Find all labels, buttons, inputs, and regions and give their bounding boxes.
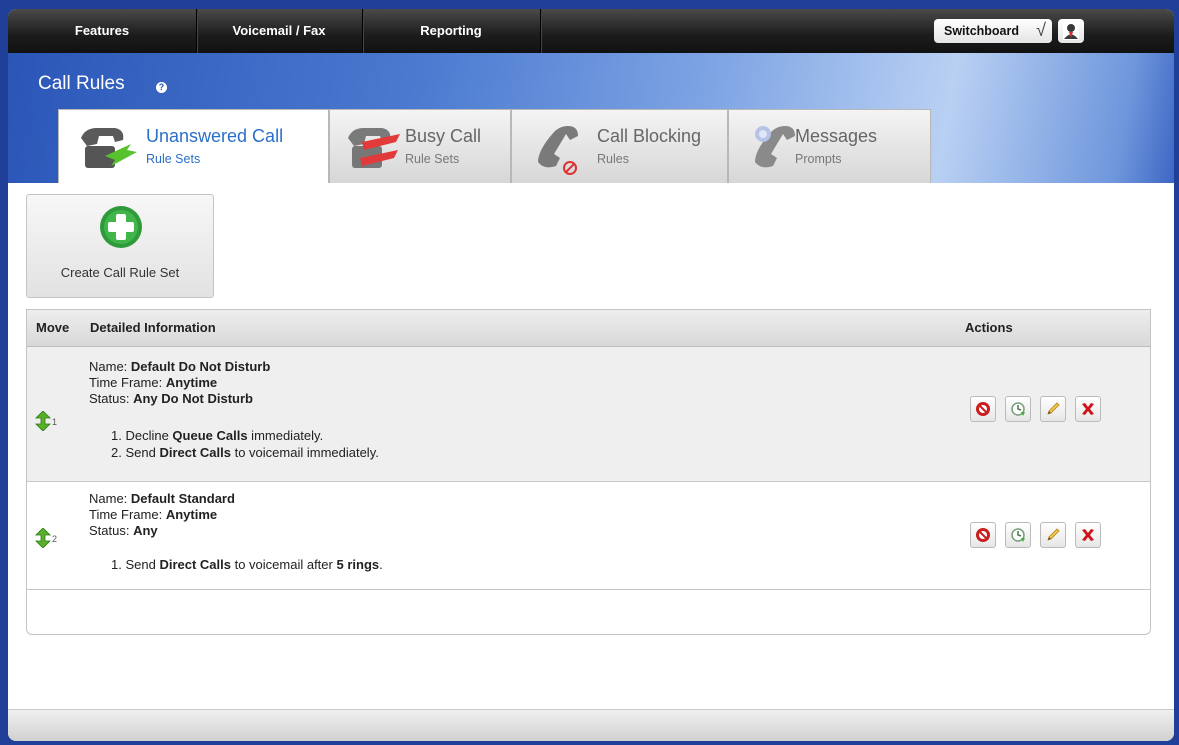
table-row: 1 Name: Default Do Not Disturb Time Fram…: [27, 347, 1150, 482]
tab-unanswered-call[interactable]: Unanswered Call Rule Sets: [58, 109, 329, 187]
tab-messages[interactable]: Messages Prompts: [728, 109, 931, 185]
row-order: 1: [52, 417, 58, 427]
page-title: Call Rules: [38, 73, 125, 94]
header-actions: Actions: [965, 320, 1013, 335]
move-handle[interactable]: 1: [35, 410, 65, 433]
create-call-rule-set-button[interactable]: Create Call Rule Set: [26, 194, 214, 298]
create-call-rule-set-label: Create Call Rule Set: [60, 265, 180, 280]
move-arrows-icon: [35, 527, 51, 549]
nav-features[interactable]: Features: [8, 9, 197, 53]
nav-reporting-label: Reporting: [420, 23, 482, 38]
block-icon: [976, 528, 990, 542]
footer-bar: [8, 709, 1174, 741]
rule-steps: 1. Send Direct Calls to voicemail after …: [111, 556, 383, 573]
row-order: 2: [52, 534, 58, 544]
schedule-button[interactable]: [1005, 396, 1031, 422]
tab-call-blocking[interactable]: Call Blocking Rules: [511, 109, 728, 185]
switchboard-label: Switchboard: [944, 24, 1020, 38]
edit-button[interactable]: [1040, 396, 1066, 422]
rule-time-frame: Time Frame: Anytime: [89, 507, 218, 522]
rule-sets-table: Move Detailed Information Actions 1 Name…: [26, 309, 1151, 635]
rule-details: Name: Default Standard Time Frame: Anyti…: [89, 491, 235, 539]
nav-features-label: Features: [74, 23, 130, 38]
add-plus-icon: [100, 206, 142, 248]
rule-name: Name: Default Standard: [89, 491, 235, 506]
table-row: 2 Name: Default Standard Time Frame: Any…: [27, 482, 1150, 590]
user-profile-button[interactable]: [1058, 19, 1084, 43]
delete-x-icon: [1082, 403, 1094, 415]
pencil-icon: [1047, 402, 1060, 415]
checkmark-icon: √: [1036, 20, 1046, 40]
move-arrows-icon: [35, 410, 51, 432]
nav-voicemail-fax[interactable]: Voicemail / Fax: [196, 9, 363, 53]
delete-button[interactable]: [1075, 396, 1101, 422]
tab-busy-call-title: Busy Call: [405, 126, 482, 146]
nav-voicemail-fax-label: Voicemail / Fax: [232, 23, 326, 38]
delete-button[interactable]: [1075, 522, 1101, 548]
disable-button[interactable]: [970, 396, 996, 422]
tab-busy-call-subtitle: Rule Sets: [405, 152, 460, 166]
user-icon: [1063, 22, 1079, 40]
unanswered-call-phone-icon: [81, 128, 137, 168]
rule-status: Status: Any Do Not Disturb: [89, 391, 253, 406]
busy-call-phone-icon: [348, 128, 400, 168]
tab-call-blocking-subtitle: Rules: [597, 152, 629, 166]
delete-x-icon: [1082, 529, 1094, 541]
disable-button[interactable]: [970, 522, 996, 548]
rule-step: 1. Decline Queue Calls immediately.: [111, 428, 324, 443]
app-frame: Features Voicemail / Fax Reporting Switc…: [8, 9, 1174, 741]
rule-time-frame: Time Frame: Anytime: [89, 375, 218, 390]
clock-icon: [1011, 402, 1025, 416]
rule-details: Name: Default Do Not Disturb Time Frame:…: [89, 359, 270, 407]
tab-messages-title: Messages: [795, 126, 878, 146]
help-icon[interactable]: ?: [156, 82, 167, 93]
tab-unanswered-call-title: Unanswered Call: [146, 126, 284, 146]
tab-messages-subtitle: Prompts: [795, 152, 842, 166]
rule-step: 1. Send Direct Calls to voicemail after …: [111, 557, 383, 572]
call-blocking-phone-icon: [538, 126, 578, 175]
rule-steps: 1. Decline Queue Calls immediately. 2. S…: [111, 427, 379, 461]
rule-status: Status: Any: [89, 523, 158, 538]
schedule-button[interactable]: [1005, 522, 1031, 548]
row-actions: [970, 396, 1106, 422]
tab-call-blocking-title: Call Blocking: [597, 126, 702, 146]
tab-unanswered-call-subtitle: Rule Sets: [146, 152, 201, 166]
move-handle[interactable]: 2: [35, 527, 65, 550]
header-detailed-information: Detailed Information: [90, 320, 216, 335]
top-navigation: Features Voicemail / Fax Reporting Switc…: [8, 9, 1174, 53]
header-move: Move: [36, 320, 70, 335]
edit-button[interactable]: [1040, 522, 1066, 548]
rule-step: 2. Send Direct Calls to voicemail immedi…: [111, 445, 379, 460]
nav-reporting[interactable]: Reporting: [362, 9, 541, 53]
pencil-icon: [1047, 528, 1060, 541]
tab-busy-call[interactable]: Busy Call Rule Sets: [329, 109, 511, 185]
rule-name: Name: Default Do Not Disturb: [89, 359, 271, 374]
row-actions: [970, 522, 1106, 548]
table-header: Move Detailed Information Actions: [27, 310, 1150, 347]
clock-icon: [1011, 528, 1025, 542]
block-icon: [976, 402, 990, 416]
switchboard-button[interactable]: Switchboard √: [934, 19, 1052, 43]
